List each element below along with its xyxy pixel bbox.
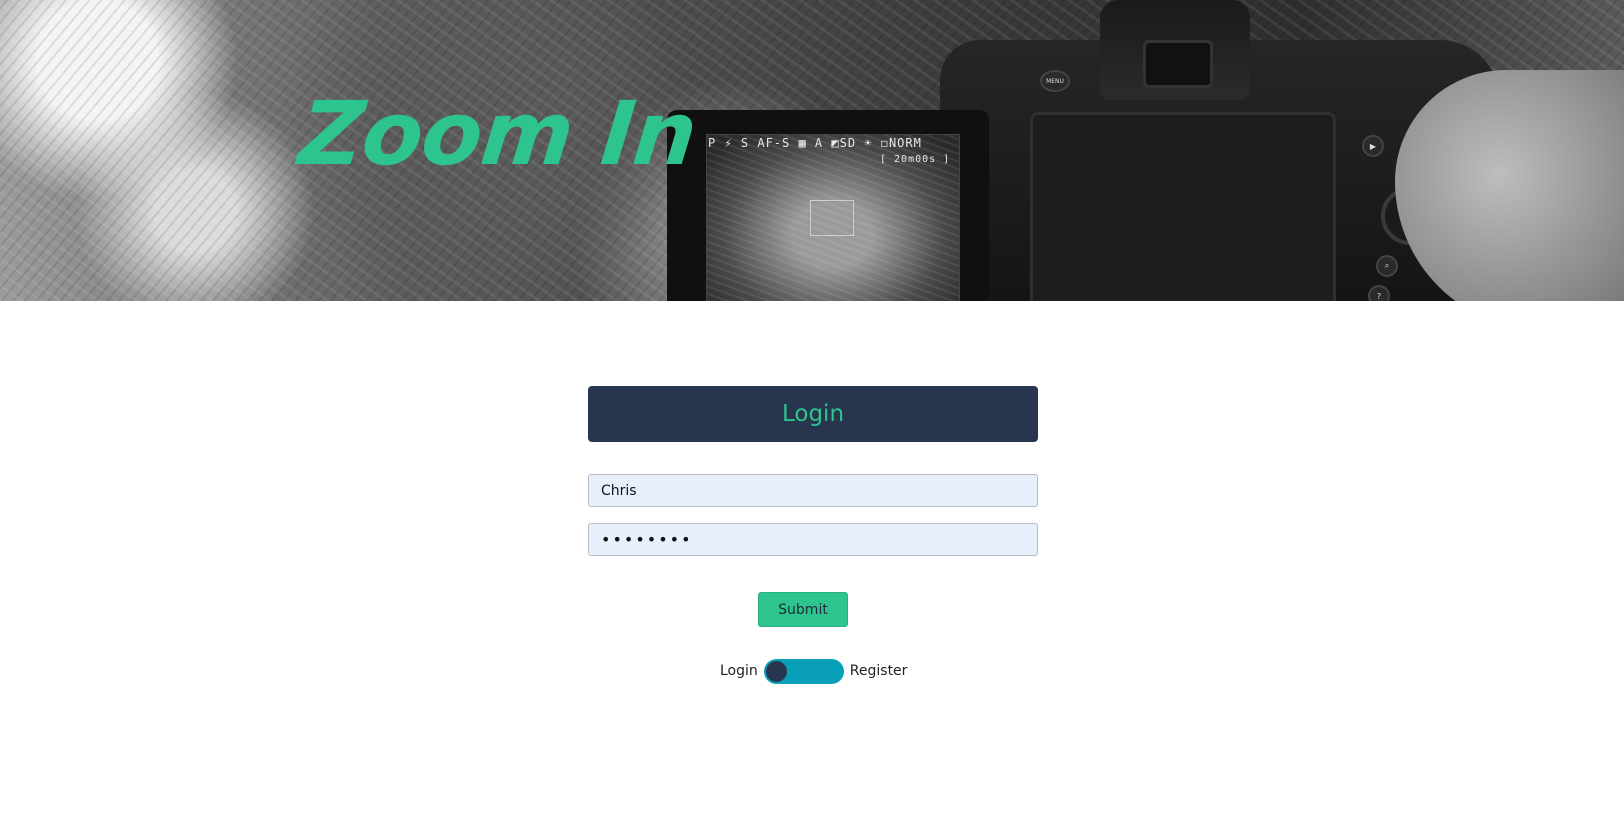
camera-zoom-icon: ⌕ — [1376, 255, 1398, 277]
hand-holding-camera — [1395, 70, 1624, 301]
password-input[interactable] — [588, 523, 1038, 556]
login-header: Login — [588, 386, 1038, 442]
camera-lcd-counter: [ 20m00s ] — [880, 154, 951, 165]
mode-switch[interactable] — [763, 658, 844, 684]
camera-menu-button: MENU — [1040, 70, 1070, 92]
camera-back-panel — [1030, 112, 1336, 301]
camera-help-icon: ? — [1368, 285, 1390, 301]
login-heading: Login — [781, 401, 845, 427]
switch-knob[interactable] — [765, 660, 787, 682]
camera-play-icon: ▶ — [1362, 135, 1384, 157]
username-input[interactable] — [588, 474, 1038, 507]
camera-lcd-status: P ⚡ S AF-S ▦ A ◩SD ☀ ◻NORM — [708, 136, 922, 150]
brand-title: Zoom In — [294, 82, 701, 185]
login-register-toggle: Login Register — [720, 657, 907, 685]
hero-banner: P ⚡ S AF-S ▦ A ◩SD ☀ ◻NORM [ 20m00s ] ME… — [0, 0, 1624, 301]
toggle-label-register: Register — [849, 663, 908, 679]
viewfinder-eyepiece — [1143, 40, 1213, 88]
toggle-label-login: Login — [720, 663, 758, 679]
autofocus-frame — [810, 200, 854, 236]
submit-button[interactable]: Submit — [758, 592, 848, 627]
